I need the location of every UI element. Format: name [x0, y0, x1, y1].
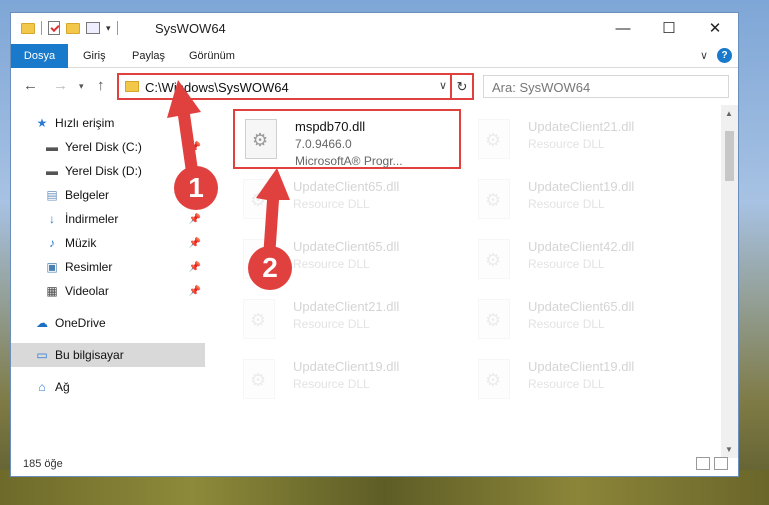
- step-marker-2: 2: [248, 246, 292, 290]
- step-marker-1: 1: [174, 166, 218, 210]
- annotation-arrows: [167, 80, 290, 258]
- arrow-1: [167, 80, 201, 172]
- arrow-2: [256, 168, 290, 258]
